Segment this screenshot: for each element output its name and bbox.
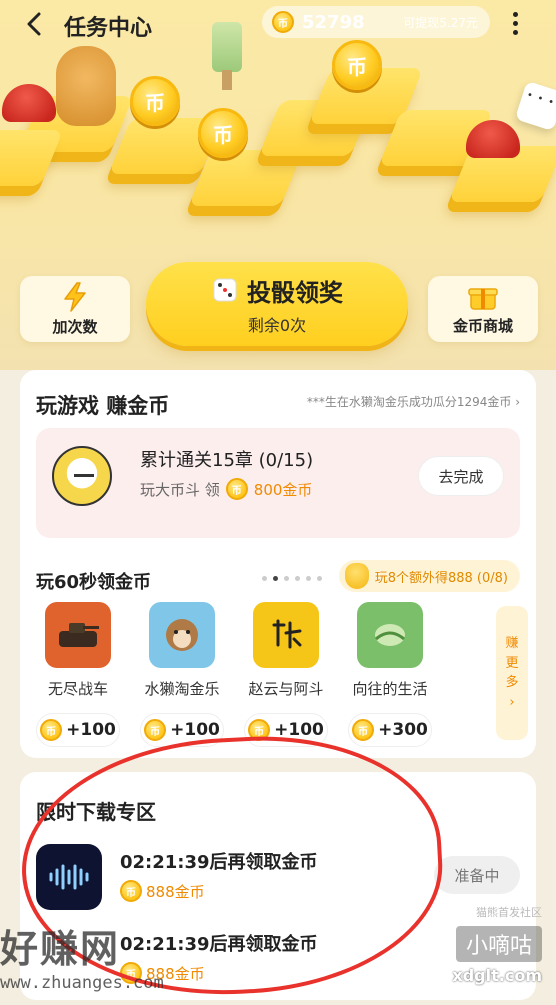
game-item[interactable]: 赵云与阿斗 币 +100	[238, 602, 334, 747]
game-item[interactable]: 向往的生活 币 +300	[342, 602, 438, 747]
game-name: 无尽战车	[47, 680, 108, 698]
back-button[interactable]	[20, 10, 48, 38]
tank-icon	[59, 623, 99, 647]
game-icon	[357, 602, 423, 668]
coin-icon: 币	[225, 478, 248, 500]
game-reward-button[interactable]: 币 +300	[348, 713, 432, 747]
task-subtitle: 玩大币斗 领 币 800金币	[140, 478, 312, 500]
carousel-dot	[295, 576, 300, 581]
carousel-dot	[284, 576, 289, 581]
watermark-caption: 猫熊首发社区	[476, 906, 542, 919]
board-coin-icon: 币	[130, 76, 180, 126]
helmet-icon	[2, 84, 56, 122]
remaining-times: 剩余0次	[247, 315, 307, 335]
watermark-logo-text: 小嘀咕	[455, 926, 542, 962]
game-item[interactable]: 无尽战车 币 +100	[30, 602, 126, 747]
earn-more-char: 更	[505, 655, 519, 671]
coin-mall-button[interactable]: 金币商城	[428, 276, 538, 342]
coin-icon: 币	[40, 719, 63, 741]
watermark-right: 猫熊首发社区 小嘀咕 xdglt.com	[452, 904, 542, 985]
game-name: 水獭淘金乐	[144, 680, 220, 698]
gift-box-icon	[468, 287, 498, 310]
game-icon	[45, 602, 111, 668]
marquee-text[interactable]: ***生在水獭淘金乐成功瓜分1294金币 ›	[307, 393, 520, 410]
game-avatar	[52, 446, 112, 506]
dot-icon	[512, 29, 518, 35]
earn-more-char: 多	[505, 675, 519, 690]
lightning-icon	[64, 281, 86, 312]
play-games-card: 玩游戏 赚金币 ***生在水獭淘金乐成功瓜分1294金币 › 累计通关15章 (…	[20, 370, 536, 758]
chevron-left-icon	[27, 12, 41, 36]
game-reward-value: +100	[66, 720, 116, 740]
watermark-url: xdglt.com	[452, 966, 542, 985]
bonus-text: 玩8个额外得888 (0/8)	[374, 570, 508, 586]
more-menu-button[interactable]	[505, 8, 525, 38]
coin-icon: 币	[144, 719, 167, 741]
tree-trunk	[222, 70, 232, 90]
game-icon	[253, 602, 319, 668]
roll-dice-label: 投骰领奖	[247, 278, 343, 307]
game-reward-value: +100	[170, 720, 220, 740]
dice-icon	[213, 278, 237, 302]
game-name: 赵云与阿斗	[248, 680, 324, 698]
play-60s-title: 玩60秒领金币	[36, 572, 152, 593]
task-title: 累计通关15章 (0/15)	[140, 450, 314, 471]
coin-icon: 币	[272, 11, 294, 33]
carousel-dot	[306, 576, 311, 581]
roll-dice-button[interactable]: 投骰领奖 剩余0次	[146, 262, 408, 346]
dice-icon	[514, 80, 556, 132]
page-title: 任务中心	[64, 16, 153, 41]
earn-more-char: 赚	[505, 636, 519, 651]
carousel-dot	[317, 576, 322, 581]
add-times-label: 加次数	[52, 317, 98, 336]
leaf-icon	[375, 624, 405, 646]
coin-balance[interactable]: 币 52798 可提现5.27元	[262, 6, 490, 38]
carousel-dot-active	[273, 576, 278, 581]
task-sub-prefix: 玩大币斗 领	[140, 480, 220, 499]
carousel-dots	[262, 576, 322, 581]
go-complete-button[interactable]: 去完成	[418, 456, 504, 496]
cash-text: 可提现5.27元	[403, 15, 478, 30]
carousel-dot	[262, 576, 267, 581]
board-tile	[0, 130, 64, 186]
character-glyph-icon	[272, 619, 302, 649]
chevron-right-icon: ›	[509, 694, 515, 710]
coin-count: 52798	[302, 11, 365, 33]
bonus-pill[interactable]: 玩8个额外得888 (0/8)	[338, 560, 520, 592]
add-times-button[interactable]: 加次数	[20, 276, 130, 342]
game-name: 向往的生活	[352, 680, 428, 698]
board-coin-icon: 币	[198, 108, 248, 158]
bear-character	[56, 46, 116, 126]
top-bar: 任务中心 币 52798 可提现5.27元	[0, 0, 556, 48]
game-icon	[149, 602, 215, 668]
watermark-text: 好赚网	[0, 927, 121, 971]
game-item[interactable]: 水獭淘金乐 币 +100	[134, 602, 230, 747]
task-card: 累计通关15章 (0/15) 玩大币斗 领 币 800金币 去完成	[36, 428, 520, 581]
coin-icon: 币	[352, 719, 375, 741]
preparing-button[interactable]: 准备中	[434, 856, 520, 894]
game-reward-value: +300	[378, 720, 428, 740]
earn-more-button[interactable]: 赚 更 多 ›	[496, 606, 528, 740]
otter-icon	[166, 619, 198, 651]
game-reward-button[interactable]: 币 +100	[36, 713, 120, 747]
coin-mall-label: 金币商城	[452, 316, 513, 335]
money-bag-icon	[344, 563, 369, 589]
dot-icon	[512, 20, 518, 26]
dot-icon	[512, 11, 518, 17]
section-title: 玩游戏 赚金币	[36, 394, 170, 418]
task-reward: 800金币	[253, 480, 313, 499]
watermark-url: www.zhuanges.com	[0, 973, 164, 993]
watermark-left: 好赚网 www.zhuanges.com	[0, 918, 200, 998]
